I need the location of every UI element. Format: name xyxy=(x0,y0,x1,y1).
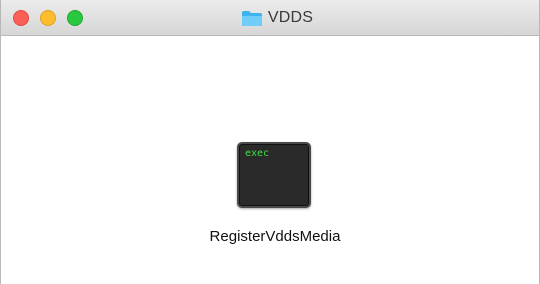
window-title-group: VDDS xyxy=(1,0,539,36)
exec-icon-label: exec xyxy=(245,148,270,159)
folder-icon xyxy=(241,10,262,26)
window-title: VDDS xyxy=(267,9,314,26)
terminal-exec-icon[interactable]: exec xyxy=(237,142,311,208)
file-name-label[interactable]: RegisterVddsMedia xyxy=(191,228,359,245)
title-bar[interactable]: VDDS xyxy=(1,0,539,36)
file-item[interactable]: exec RegisterVddsMedia xyxy=(191,140,341,260)
finder-window: VDDS exec RegisterVddsMedia xyxy=(0,0,540,284)
folder-content: exec RegisterVddsMedia xyxy=(1,36,539,284)
